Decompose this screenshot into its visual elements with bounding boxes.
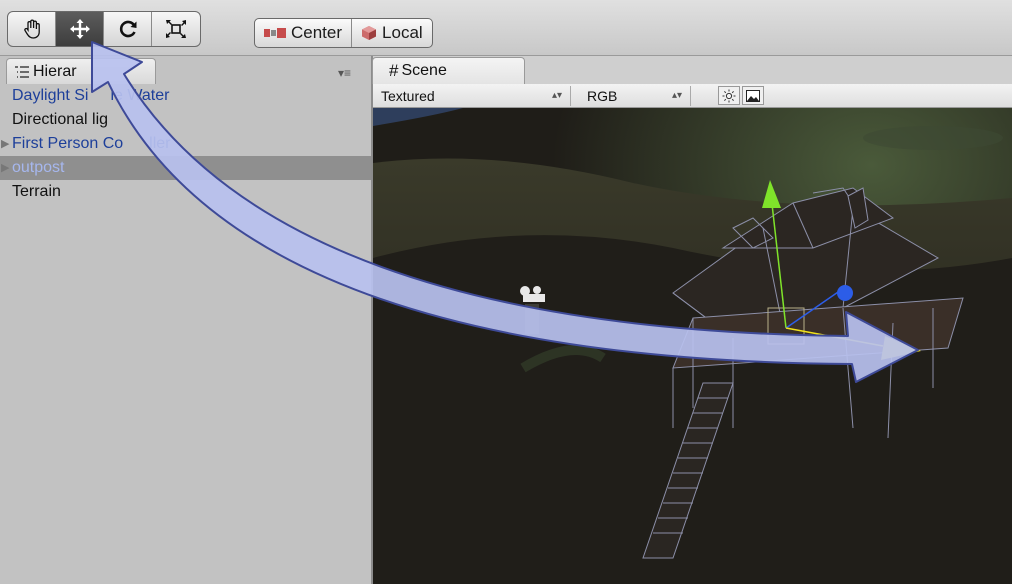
annotation-arrow	[91, 41, 919, 383]
